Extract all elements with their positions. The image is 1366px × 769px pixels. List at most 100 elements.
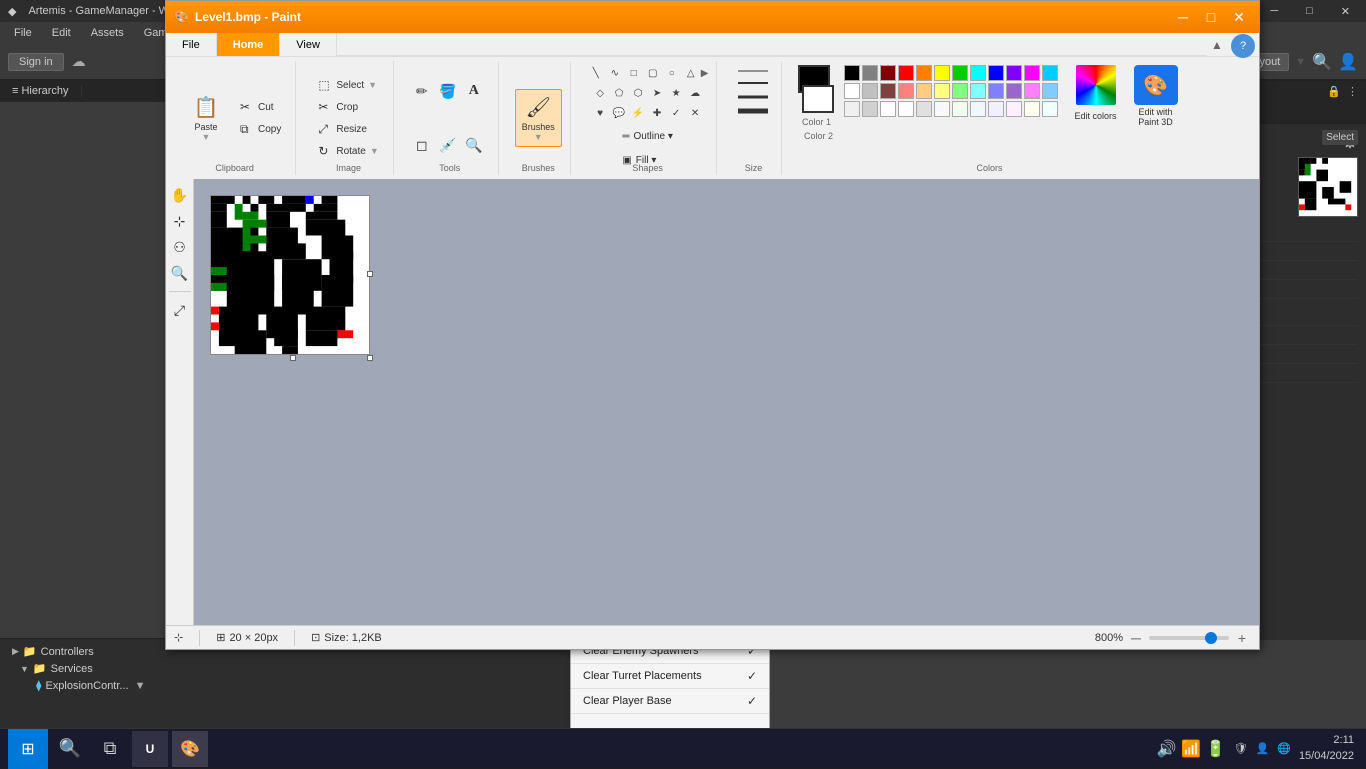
- eraser-tool[interactable]: ◻: [410, 133, 434, 157]
- callout-shape[interactable]: 💬: [610, 105, 628, 121]
- swatch-black[interactable]: [844, 65, 860, 81]
- ribbon-tab-home[interactable]: Home: [217, 33, 281, 56]
- select-tool[interactable]: ⊹: [168, 209, 192, 233]
- shapes-more-btn[interactable]: ▶: [701, 65, 709, 81]
- magnify-tool[interactable]: 🔍: [462, 133, 486, 157]
- paint-taskbar-icon[interactable]: 🎨: [172, 731, 208, 767]
- swatch-red[interactable]: [898, 65, 914, 81]
- ribbon-collapse-btn[interactable]: ▲: [1207, 33, 1227, 57]
- heart-shape[interactable]: ♥: [591, 105, 609, 121]
- taskbar-time[interactable]: 2:11 15/04/2022: [1299, 733, 1354, 764]
- paint-minimize-btn[interactable]: ─: [1171, 7, 1195, 27]
- rainbow-picker[interactable]: [1076, 65, 1116, 105]
- ctx-clear-turret-placements[interactable]: Clear Turret Placements ✓: [571, 664, 769, 689]
- swatch-white[interactable]: [844, 83, 860, 99]
- zoom-out-btn[interactable]: ─: [1127, 629, 1145, 647]
- brushes-button[interactable]: 🖌 Brushes ▼: [515, 89, 562, 147]
- swatch-ltgray9[interactable]: [1024, 101, 1040, 117]
- hexagon-shape[interactable]: ⬡: [629, 85, 647, 101]
- swatch-ltgray10[interactable]: [1042, 101, 1058, 117]
- minimize-btn[interactable]: ─: [1262, 5, 1286, 17]
- triangle-shape[interactable]: △: [682, 65, 700, 81]
- fill-tool[interactable]: 🪣: [436, 79, 460, 103]
- zoom-tool[interactable]: 🔍: [168, 261, 192, 285]
- check-shape[interactable]: ✓: [667, 105, 685, 121]
- ctx-clear-player-base[interactable]: Clear Player Base ✓: [571, 689, 769, 714]
- paint3d-icon[interactable]: 🎨: [1134, 65, 1178, 105]
- swatch-brown[interactable]: [880, 83, 896, 99]
- pixel-canvas[interactable]: [210, 195, 370, 355]
- cross-shape[interactable]: ✚: [648, 105, 666, 121]
- cloud-shape[interactable]: ☁: [686, 85, 704, 101]
- swatch-ltmagenta[interactable]: [1024, 83, 1040, 99]
- search-taskbar-icon[interactable]: 🔍: [52, 731, 88, 767]
- curve-shape[interactable]: ∿: [606, 65, 624, 81]
- rect-shape[interactable]: □: [625, 65, 643, 81]
- rounded-rect-shape[interactable]: ▢: [644, 65, 662, 81]
- rotate-button[interactable]: ↻ Rotate ▼: [312, 141, 384, 161]
- text-tool[interactable]: A: [462, 79, 486, 103]
- swatch-ltpurple[interactable]: [1006, 83, 1022, 99]
- account-icon[interactable]: 👤: [1338, 52, 1358, 72]
- taskview-icon[interactable]: ⧉: [92, 731, 128, 767]
- crop-button[interactable]: ✂ Crop: [312, 97, 384, 117]
- canvas-handle-corner[interactable]: [367, 355, 373, 361]
- line-shape[interactable]: ╲: [587, 65, 605, 81]
- paint-canvas-area[interactable]: [194, 179, 1259, 625]
- swatch-ltgray1[interactable]: [844, 101, 860, 117]
- lightning-shape[interactable]: ⚡: [629, 105, 647, 121]
- swatch-maroon[interactable]: [880, 65, 896, 81]
- sign-in-button[interactable]: Sign in: [8, 53, 64, 71]
- transform-tool[interactable]: ⤢: [168, 298, 192, 322]
- swatch-gray[interactable]: [862, 65, 878, 81]
- maximize-btn[interactable]: □: [1298, 5, 1321, 17]
- hand-tool[interactable]: ✋: [168, 183, 192, 207]
- search-icon[interactable]: 🔍: [1312, 52, 1332, 72]
- pencil-tool[interactable]: ✏: [410, 79, 434, 103]
- swatch-ltyellow[interactable]: [934, 83, 950, 99]
- swatch-pink[interactable]: [898, 83, 914, 99]
- cut-button[interactable]: ✂ Cut: [234, 97, 287, 117]
- swatch-silver[interactable]: [862, 83, 878, 99]
- swatch-ltblue[interactable]: [988, 83, 1004, 99]
- resize-button[interactable]: ⤢ Resize: [312, 119, 384, 139]
- swatch-ltgray6[interactable]: [970, 101, 986, 117]
- ellipse-shape[interactable]: ○: [663, 65, 681, 81]
- lasso-tool[interactable]: ⚇: [168, 235, 192, 259]
- ribbon-help-btn[interactable]: ?: [1231, 34, 1255, 58]
- swatch-yellow[interactable]: [934, 65, 950, 81]
- swatch-wh2[interactable]: [880, 101, 896, 117]
- hierarchy-tab[interactable]: ≡ Hierarchy: [0, 85, 82, 97]
- swatch-ltgray4[interactable]: [934, 101, 950, 117]
- swatch-ltsky[interactable]: [1042, 83, 1058, 99]
- copy-button[interactable]: ⧉ Copy: [234, 119, 287, 139]
- zoom-in-btn[interactable]: +: [1233, 629, 1251, 647]
- star-shape[interactable]: ★: [667, 85, 685, 101]
- color2-indicator[interactable]: [802, 85, 834, 113]
- start-button[interactable]: ⊞: [8, 729, 48, 769]
- select-button[interactable]: ⬚ Select ▼: [312, 75, 384, 95]
- edit-paint3d-button[interactable]: Edit with Paint 3D: [1131, 107, 1181, 127]
- paint-close-btn[interactable]: ✕: [1227, 7, 1251, 27]
- swatch-ltgray3[interactable]: [916, 101, 932, 117]
- swatch-ltgray5[interactable]: [952, 101, 968, 117]
- swatch-sky[interactable]: [1042, 65, 1058, 81]
- swatch-ltgray7[interactable]: [988, 101, 1004, 117]
- swatch-blue[interactable]: [988, 65, 1004, 81]
- swatch-peach[interactable]: [916, 83, 932, 99]
- ribbon-tab-view[interactable]: View: [280, 33, 337, 56]
- swatch-wh3[interactable]: [898, 101, 914, 117]
- edit-colors-button[interactable]: Edit colors: [1068, 107, 1122, 125]
- canvas-handle-bottom[interactable]: [290, 355, 296, 361]
- outline-button[interactable]: ═ Outline ▾: [616, 125, 679, 147]
- ribbon-tab-file[interactable]: File: [166, 33, 217, 56]
- swatch-purple[interactable]: [1006, 65, 1022, 81]
- swatch-ltgray8[interactable]: [1006, 101, 1022, 117]
- diamond-shape[interactable]: ◇: [591, 85, 609, 101]
- pentagon-shape[interactable]: ⬠: [610, 85, 628, 101]
- menu-edit[interactable]: Edit: [42, 22, 81, 44]
- swatch-magenta[interactable]: [1024, 65, 1040, 81]
- swatch-ltcyan[interactable]: [970, 83, 986, 99]
- swatch-cyan[interactable]: [970, 65, 986, 81]
- close-btn[interactable]: ✕: [1333, 5, 1358, 18]
